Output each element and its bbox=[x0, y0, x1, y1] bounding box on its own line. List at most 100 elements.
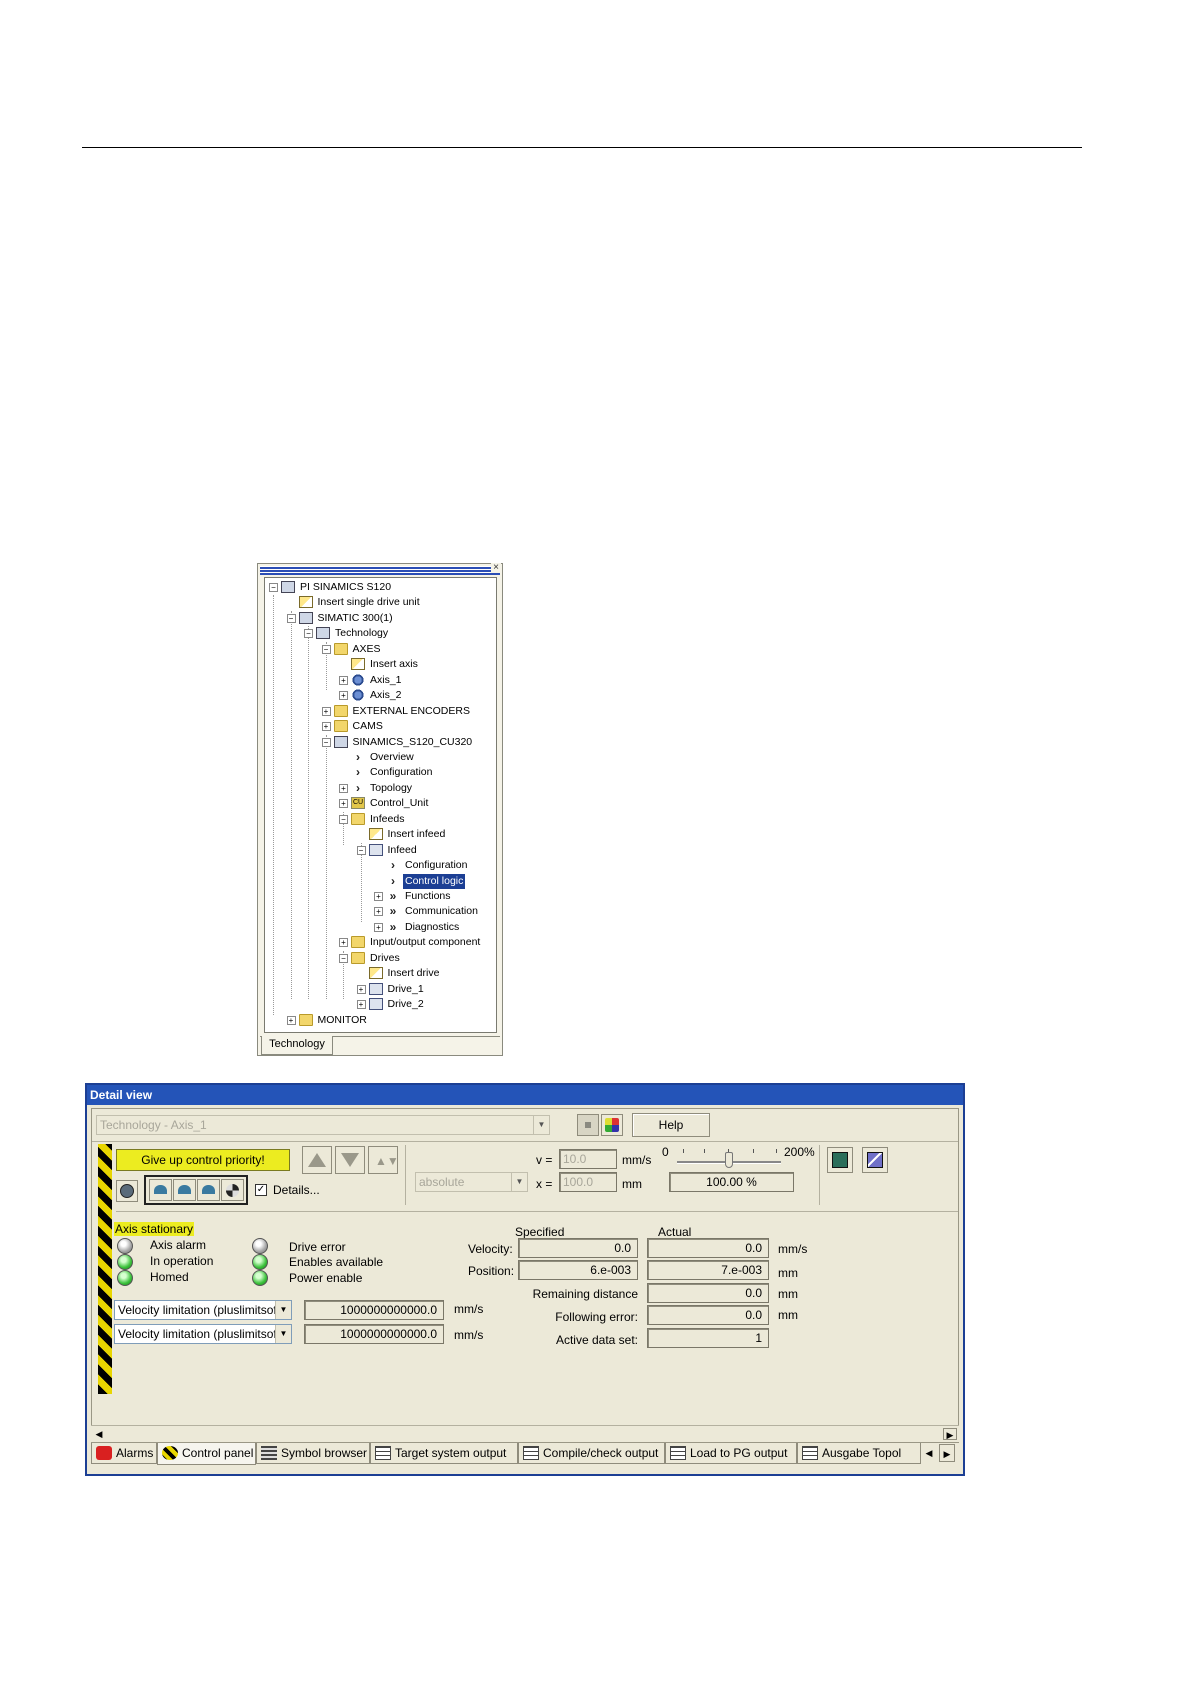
expand-icon[interactable]: + bbox=[339, 783, 348, 793]
tree-item[interactable]: − SIMATIC 300(1) bbox=[265, 611, 496, 626]
collapse-icon[interactable]: − bbox=[356, 845, 366, 855]
enable-axis-icon[interactable] bbox=[116, 1180, 138, 1202]
give-up-control-button[interactable]: Give up control priority! bbox=[116, 1149, 290, 1171]
tree-item[interactable]: − Drives bbox=[265, 951, 496, 966]
trace-icon[interactable] bbox=[827, 1147, 853, 1173]
stop-icon[interactable] bbox=[577, 1114, 599, 1136]
close-icon[interactable]: × bbox=[491, 563, 501, 573]
tab-control-panel[interactable]: Control panel bbox=[157, 1443, 256, 1465]
limit-value-2[interactable]: 1000000000000.0 bbox=[304, 1324, 444, 1344]
mode-select[interactable]: absolute ▼ bbox=[415, 1172, 528, 1192]
grid-icon bbox=[375, 1446, 391, 1460]
scroll-left-icon[interactable]: ◀ bbox=[93, 1428, 105, 1440]
tree-item[interactable]: + Drive_2 bbox=[265, 997, 496, 1012]
tree-item[interactable]: Insert infeed bbox=[265, 827, 496, 842]
tree-item[interactable]: + » Communication bbox=[265, 904, 496, 919]
chevron-down-icon[interactable]: ▼ bbox=[533, 1116, 549, 1134]
collapse-icon[interactable]: − bbox=[321, 644, 331, 654]
section-separator bbox=[116, 1211, 958, 1212]
control-priority-icon[interactable] bbox=[601, 1114, 623, 1136]
tab-target-system-output[interactable]: Target system output bbox=[370, 1443, 518, 1464]
limit-select-1[interactable]: Velocity limitation (pluslimitsofdyn ▼ bbox=[114, 1300, 292, 1320]
position-setpoint-input[interactable]: 100.0 bbox=[559, 1172, 617, 1192]
tab-symbol-browser[interactable]: Symbol browser bbox=[256, 1443, 370, 1464]
expand-icon[interactable]: + bbox=[374, 922, 383, 932]
expand-icon[interactable]: + bbox=[286, 1015, 296, 1025]
tree-item[interactable]: › Configuration bbox=[265, 858, 496, 873]
tab-technology[interactable]: Technology bbox=[261, 1036, 333, 1055]
chevron-down-icon[interactable]: ▼ bbox=[511, 1173, 527, 1191]
details-checkbox[interactable]: ✓ bbox=[255, 1184, 267, 1196]
expand-icon[interactable]: + bbox=[356, 1000, 366, 1010]
stop-motion-icon[interactable] bbox=[221, 1179, 244, 1201]
collapse-icon[interactable]: − bbox=[269, 583, 278, 592]
tree-item[interactable]: Insert axis bbox=[265, 657, 496, 672]
tree-item[interactable]: + Axis_1 bbox=[265, 673, 496, 688]
tree-item[interactable]: › Control logic bbox=[265, 873, 496, 889]
tab-alarms[interactable]: Alarms bbox=[91, 1443, 157, 1464]
tree-item[interactable]: › Configuration bbox=[265, 765, 496, 780]
tree-item[interactable]: + CU Control_Unit bbox=[265, 796, 496, 811]
tree-item[interactable]: − AXES bbox=[265, 642, 496, 657]
expand-icon[interactable]: + bbox=[356, 984, 366, 994]
tree-item[interactable]: + › Topology bbox=[265, 781, 496, 796]
tree-item[interactable]: + » Diagnostics bbox=[265, 920, 496, 935]
homing-icon[interactable] bbox=[149, 1179, 172, 1201]
tab-load-to-pg-output[interactable]: Load to PG output bbox=[665, 1443, 797, 1464]
limit-value-1[interactable]: 1000000000000.0 bbox=[304, 1300, 444, 1320]
signal-icon[interactable] bbox=[862, 1147, 888, 1173]
object-select[interactable]: Technology - Axis_1 ▼ bbox=[96, 1115, 550, 1135]
tree-item[interactable]: + Axis_2 bbox=[265, 688, 496, 703]
collapse-icon[interactable]: − bbox=[321, 737, 331, 747]
expand-icon[interactable]: + bbox=[321, 722, 331, 732]
tree-item[interactable]: Insert drive bbox=[265, 966, 496, 981]
expand-icon[interactable]: + bbox=[339, 938, 348, 948]
jog-both-icon[interactable]: ▲▼ bbox=[368, 1146, 399, 1174]
hazard-stripe bbox=[98, 1144, 112, 1394]
tab-scroll-right-icon[interactable]: ▶ bbox=[939, 1444, 955, 1462]
tree-item[interactable]: − Infeeds bbox=[265, 812, 496, 827]
jog-minus-icon[interactable] bbox=[335, 1146, 365, 1174]
collapse-icon[interactable]: − bbox=[339, 814, 348, 824]
tree-item[interactable]: Insert single drive unit bbox=[265, 595, 496, 610]
expand-icon[interactable]: + bbox=[374, 907, 383, 917]
horizontal-scrollbar[interactable]: ◀ ▶ bbox=[91, 1425, 959, 1442]
tree-item[interactable]: + » Functions bbox=[265, 889, 496, 904]
expand-icon[interactable]: + bbox=[339, 799, 348, 809]
help-button[interactable]: Help bbox=[632, 1113, 710, 1137]
tree-item[interactable]: + EXTERNAL ENCODERS bbox=[265, 704, 496, 719]
expand-icon[interactable]: + bbox=[339, 675, 348, 685]
expand-icon[interactable]: + bbox=[321, 706, 331, 716]
tab-scroll-left-icon[interactable]: ◀ bbox=[921, 1444, 937, 1462]
expand-icon[interactable]: + bbox=[374, 892, 383, 901]
tree-item[interactable]: − Technology bbox=[265, 626, 496, 641]
chevron-down-icon[interactable]: ▼ bbox=[275, 1325, 291, 1343]
tab-ausgabe-topol[interactable]: Ausgabe Topol bbox=[797, 1443, 921, 1464]
tree-item[interactable]: − Infeed bbox=[265, 843, 496, 858]
object-select-value: Technology - Axis_1 bbox=[100, 1118, 207, 1132]
positioning-icon[interactable] bbox=[197, 1179, 220, 1201]
collapse-icon[interactable]: − bbox=[339, 953, 348, 963]
folder-open-icon bbox=[351, 812, 365, 825]
tree-item[interactable]: + Drive_1 bbox=[265, 982, 496, 997]
chevron-down-icon[interactable]: ▼ bbox=[275, 1301, 291, 1319]
remaining-distance-value: 0.0 bbox=[647, 1283, 769, 1303]
expand-icon[interactable]: + bbox=[339, 691, 348, 701]
tree-item[interactable]: + MONITOR bbox=[265, 1013, 496, 1028]
tree-item[interactable]: − PI SINAMICS S120 bbox=[265, 580, 496, 595]
velocity-mode-icon[interactable] bbox=[173, 1179, 196, 1201]
jog-plus-icon[interactable] bbox=[302, 1146, 332, 1174]
scroll-right-icon[interactable]: ▶ bbox=[943, 1428, 957, 1440]
velocity-setpoint-input[interactable]: 10.0 bbox=[559, 1149, 617, 1169]
panel-title-bar[interactable] bbox=[260, 566, 500, 575]
collapse-icon[interactable]: − bbox=[304, 629, 313, 639]
tree-item[interactable]: − SINAMICS_S120_CU320 bbox=[265, 735, 496, 750]
tree-item[interactable]: + Input/output component bbox=[265, 935, 496, 950]
limit-select-2[interactable]: Velocity limitation (pluslimitsofdyn ▼ bbox=[114, 1324, 292, 1344]
tree-item[interactable]: + CAMS bbox=[265, 719, 496, 734]
plc-icon bbox=[298, 611, 313, 624]
tab-compile-check-output[interactable]: Compile/check output bbox=[518, 1443, 665, 1464]
override-slider-thumb[interactable] bbox=[725, 1152, 733, 1168]
collapse-icon[interactable]: − bbox=[286, 613, 296, 623]
tree-item[interactable]: › Overview bbox=[265, 750, 496, 765]
